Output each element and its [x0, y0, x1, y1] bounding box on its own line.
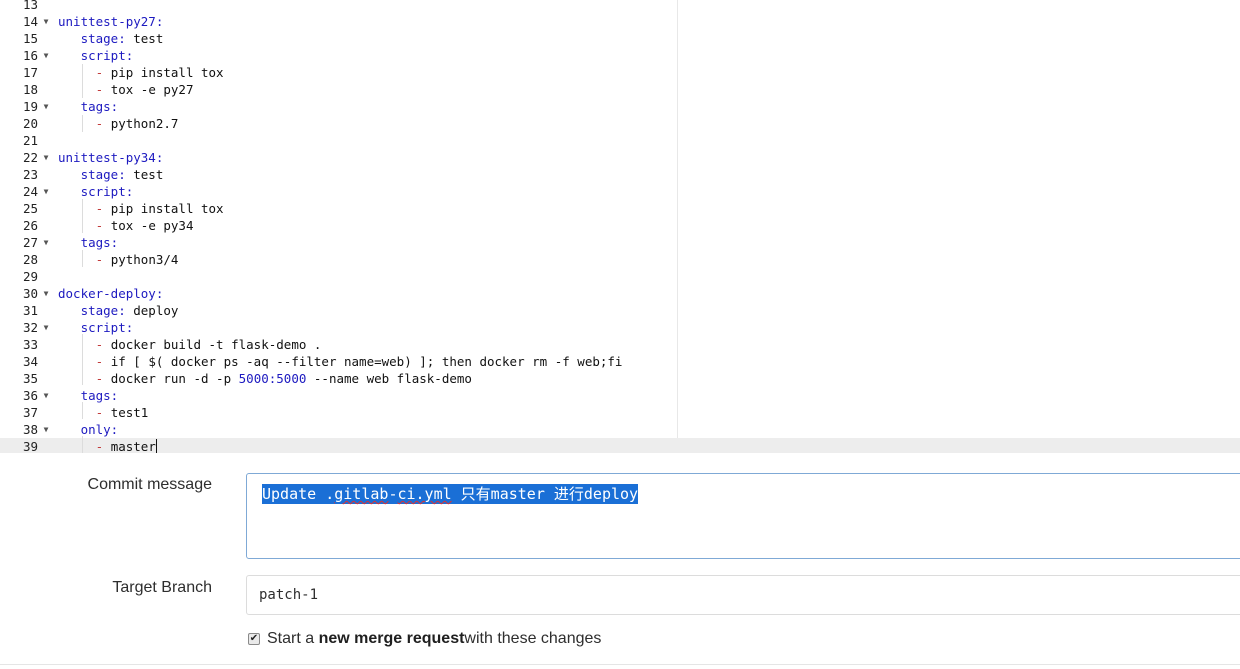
code-text: - test1 — [95, 405, 149, 420]
code-line[interactable]: 37 - test1 — [0, 404, 1240, 421]
line-number: 37 — [23, 405, 39, 420]
code-text: tags: — [80, 235, 119, 250]
fold-toggle-icon[interactable]: ▼ — [41, 421, 51, 438]
fold-toggle-icon[interactable]: ▼ — [41, 387, 51, 404]
fold-toggle-icon[interactable]: ▼ — [41, 285, 51, 302]
code-line[interactable]: 25 - pip install tox — [0, 200, 1240, 217]
code-line[interactable]: 16 ▼ script: — [0, 47, 1240, 64]
code-text: - docker run -d -p 5000:5000 --name web … — [95, 371, 472, 386]
indent-guide — [82, 436, 83, 453]
code-line[interactable]: 24 ▼ script: — [0, 183, 1240, 200]
code-line[interactable]: 21 — [0, 132, 1240, 149]
code-text: script: — [80, 48, 134, 63]
commit-form: Commit message Update .gitlab-ci.yml 只有m… — [0, 453, 1240, 669]
code-line[interactable]: 36 ▼ tags: — [0, 387, 1240, 404]
code-text: stage: test — [80, 167, 164, 182]
fold-toggle-icon[interactable]: ▼ — [41, 98, 51, 115]
line-number: 31 — [23, 303, 39, 318]
merge-request-prefix: Start a — [267, 630, 315, 647]
code-text: tags: — [80, 388, 119, 403]
code-line[interactable]: 35 - docker run -d -p 5000:5000 --name w… — [0, 370, 1240, 387]
line-number: 15 — [23, 31, 39, 46]
line-number: 35 — [23, 371, 39, 386]
line-number: 25 — [23, 201, 39, 216]
fold-toggle-icon[interactable]: ▼ — [41, 47, 51, 64]
code-text: - tox -e py27 — [95, 82, 194, 97]
code-text: script: — [80, 184, 134, 199]
indent-guide — [82, 199, 83, 233]
code-editor[interactable]: 13 14 ▼ unittest-py27: 15 stage: test 16 ▼ scr… — [0, 0, 1240, 453]
code-line[interactable]: 20 - python2.7 — [0, 115, 1240, 132]
merge-request-suffix: with these changes — [464, 630, 602, 647]
merge-request-bold: new merge request — [318, 630, 465, 647]
line-number: 39 — [23, 439, 39, 453]
selected-text: Update .gitlab-ci.yml 只有master 进行deploy — [262, 484, 639, 504]
indent-guide — [82, 250, 83, 267]
fold-toggle-icon[interactable]: ▼ — [41, 234, 51, 251]
indent-guide — [82, 402, 83, 419]
fold-toggle-icon[interactable]: ▼ — [41, 149, 51, 166]
line-number: 33 — [23, 337, 39, 352]
line-number: 29 — [23, 269, 39, 284]
code-text: - tox -e py34 — [95, 218, 194, 233]
code-line[interactable]: 27 ▼ tags: — [0, 234, 1240, 251]
target-branch-label: Target Branch — [112, 579, 212, 596]
fold-toggle-icon[interactable]: ▼ — [41, 319, 51, 336]
indent-guide — [82, 115, 83, 132]
code-line[interactable]: 13 — [0, 0, 1240, 13]
indent-guide — [82, 334, 83, 385]
code-text: - docker build -t flask-demo . — [95, 337, 322, 352]
code-text: docker-deploy: — [58, 286, 164, 301]
code-text: tags: — [80, 99, 119, 114]
code-line[interactable]: 18 - tox -e py27 — [0, 81, 1240, 98]
commit-message-label: Commit message — [87, 476, 212, 493]
code-line[interactable]: 17 - pip install tox — [0, 64, 1240, 81]
fold-toggle-icon[interactable]: ▼ — [41, 13, 51, 30]
merge-request-checkbox[interactable]: ✔ — [248, 633, 260, 645]
code-text: - if [ $( docker ps -aq --filter name=we… — [95, 354, 623, 369]
line-number: 20 — [23, 116, 39, 131]
line-number: 26 — [23, 218, 39, 233]
code-line[interactable]: 26 - tox -e py34 — [0, 217, 1240, 234]
line-number: 34 — [23, 354, 39, 369]
indent-guide — [82, 64, 83, 98]
code-text: only: — [80, 422, 119, 437]
code-line[interactable]: 28 - python3/4 — [0, 251, 1240, 268]
code-line[interactable]: 19 ▼ tags: — [0, 98, 1240, 115]
fold-toggle-icon[interactable]: ▼ — [41, 183, 51, 200]
line-number: 23 — [23, 167, 39, 182]
code-text: - python2.7 — [95, 116, 179, 131]
line-number: 21 — [23, 133, 39, 148]
code-line[interactable]: 29 — [0, 268, 1240, 285]
code-line[interactable]: 38 ▼ only: — [0, 421, 1240, 438]
code-text: stage: deploy — [80, 303, 179, 318]
divider — [0, 664, 1240, 665]
text-cursor — [155, 439, 157, 453]
code-text: unittest-py27: — [58, 14, 164, 29]
code-line[interactable]: 30 ▼ docker-deploy: — [0, 285, 1240, 302]
code-line[interactable]: 32 ▼ script: — [0, 319, 1240, 336]
code-text: - master — [95, 439, 157, 453]
commit-message-textarea[interactable]: Update .gitlab-ci.yml 只有master 进行deploy — [246, 473, 1240, 559]
code-line[interactable]: 22 ▼ unittest-py34: — [0, 149, 1240, 166]
line-number: 28 — [23, 252, 39, 267]
code-text: script: — [80, 320, 134, 335]
code-text: - python3/4 — [95, 252, 179, 267]
code-line[interactable]: 31 stage: deploy — [0, 302, 1240, 319]
code-line[interactable]: 34 - if [ $( docker ps -aq --filter name… — [0, 353, 1240, 370]
code-line[interactable]: 15 stage: test — [0, 30, 1240, 47]
line-number: 17 — [23, 65, 39, 80]
line-number: 13 — [23, 0, 39, 12]
code-text: unittest-py34: — [58, 150, 164, 165]
target-branch-input[interactable]: patch-1 — [246, 575, 1240, 615]
code-line[interactable]: 33 - docker build -t flask-demo . — [0, 336, 1240, 353]
code-line[interactable]: 23 stage: test — [0, 166, 1240, 183]
code-text: stage: test — [80, 31, 164, 46]
code-line[interactable]: 39 - master — [0, 438, 1240, 453]
line-number: 18 — [23, 82, 39, 97]
code-line[interactable]: 14 ▼ unittest-py27: — [0, 13, 1240, 30]
merge-request-option[interactable]: ✔ Start a new merge request with these c… — [248, 628, 601, 650]
